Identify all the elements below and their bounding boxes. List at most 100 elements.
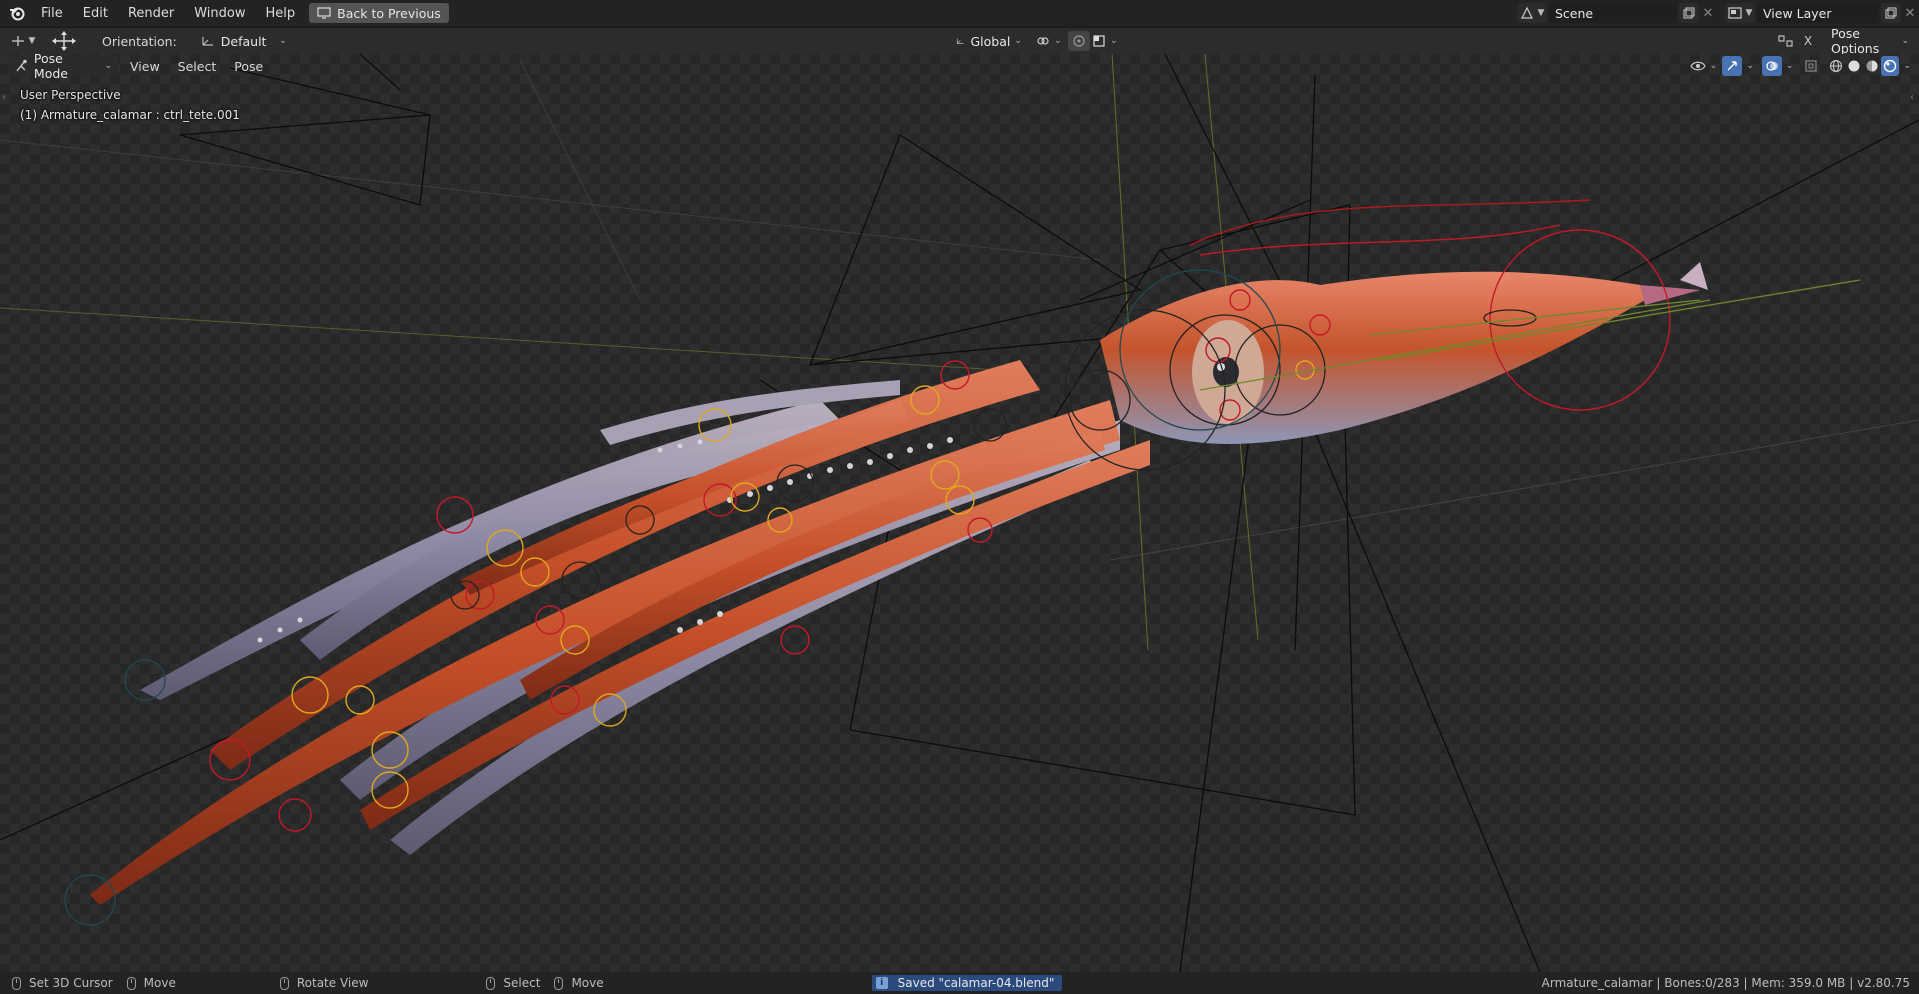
chevron-down-icon: ⌄ xyxy=(1054,36,1062,46)
gizmo-icon xyxy=(1727,61,1738,71)
squid-rig-scene[interactable] xyxy=(0,54,1919,972)
status-bar: Set 3D Cursor Move Rotate View Select Mo… xyxy=(0,972,1919,994)
chevron-down-icon: ⌄ xyxy=(279,36,287,46)
material-sphere-icon xyxy=(1866,60,1878,72)
xray-icon xyxy=(1805,60,1818,72)
mode-dropdown[interactable]: Pose Mode ⌄ xyxy=(8,51,118,81)
scene-icon xyxy=(1520,6,1533,19)
menu-render[interactable]: Render xyxy=(118,6,184,21)
mouse-left-icon xyxy=(486,976,496,990)
visibility-button[interactable]: ⌄ xyxy=(1688,56,1718,76)
info-icon: i xyxy=(875,977,888,989)
tool-settings-header: ▼ Orientation: Default ⌄ Global ⌄ ⌄ ⌄ X … xyxy=(0,26,1919,56)
shading-rendered[interactable] xyxy=(1881,56,1900,76)
editor-type-button[interactable]: ▼ xyxy=(6,31,40,51)
x-mirror-label: X xyxy=(1803,34,1813,48)
snap-button[interactable]: ⌄ xyxy=(1089,31,1120,51)
back-to-previous-button[interactable]: Back to Previous xyxy=(309,3,449,23)
mouse-right-icon xyxy=(279,976,289,990)
chevron-down-icon: ▼ xyxy=(1537,8,1545,18)
orientation-dropdown[interactable]: Default ⌄ xyxy=(194,31,293,51)
proportional-edit-icon xyxy=(1073,35,1085,47)
mouse-left-icon xyxy=(12,976,21,990)
pose-options-label: Pose Options xyxy=(1831,26,1880,56)
view-layer-new-button[interactable] xyxy=(1881,3,1901,23)
global-orientation-icon xyxy=(956,38,964,44)
scene-statistics: Armature_calamar | Bones:0/283 | Mem: 35… xyxy=(1541,976,1910,990)
chevron-down-icon: ▼ xyxy=(28,36,36,46)
orientation-icon xyxy=(202,37,213,46)
select-menu[interactable]: Select xyxy=(178,59,217,74)
saved-message: Saved "calamar-04.blend" xyxy=(897,976,1055,990)
move-tool-icon[interactable] xyxy=(50,30,78,52)
pose-options-dropdown[interactable]: Pose Options ⌄ xyxy=(1825,26,1915,56)
chevron-down-icon: ⌄ xyxy=(1014,36,1022,46)
duplicate-icon xyxy=(1683,7,1695,19)
active-object-label: (1) Armature_calamar : ctrl_tete.001 xyxy=(20,108,240,122)
menu-help[interactable]: Help xyxy=(256,6,306,21)
chevron-down-icon: ⌄ xyxy=(1110,36,1118,46)
pose-mode-icon xyxy=(16,59,27,72)
proportional-edit-button[interactable] xyxy=(1067,31,1090,51)
status-move-2: Move xyxy=(571,976,604,990)
3d-viewport[interactable] xyxy=(0,54,1919,972)
status-select: Select xyxy=(503,976,541,990)
mirror-options-icon[interactable] xyxy=(1777,34,1795,48)
chevron-down-icon: ⌄ xyxy=(1709,61,1718,71)
view-layer-browse-button[interactable]: ▼ xyxy=(1725,3,1755,23)
xray-toggle[interactable] xyxy=(1801,56,1821,76)
squid-mantle xyxy=(1100,262,1708,444)
mouse-middle-icon xyxy=(126,976,136,990)
shading-chevron-icon[interactable]: ⌄ xyxy=(1903,61,1911,71)
gizmo-toggle[interactable] xyxy=(1722,56,1743,76)
chevron-down-icon: ⌄ xyxy=(104,61,112,71)
eye-icon xyxy=(1689,61,1706,71)
back-to-previous-label: Back to Previous xyxy=(337,5,441,21)
viewport-header: Pose Mode ⌄ View Select Pose ⌄ ⌄ ⌄ ⌄ xyxy=(0,51,1919,81)
snap-icon xyxy=(1093,35,1105,47)
scene-delete-icon[interactable]: ✕ xyxy=(1699,6,1717,21)
x-mirror-toggle[interactable]: X xyxy=(1799,31,1817,51)
view-layer-delete-icon[interactable]: ✕ xyxy=(1901,6,1919,21)
chevron-down-icon: ▼ xyxy=(1745,8,1753,18)
view-menu[interactable]: View xyxy=(130,59,160,74)
view-layer-name-field[interactable]: View Layer xyxy=(1757,3,1879,23)
status-rotate-view: Rotate View xyxy=(296,976,369,990)
view-layer-icon xyxy=(1727,7,1742,19)
shading-lookdev[interactable] xyxy=(1863,56,1881,76)
blender-logo-icon[interactable] xyxy=(9,5,25,21)
scene-name: Scene xyxy=(1555,5,1594,21)
orientation-value: Default xyxy=(220,33,267,49)
tool-icon xyxy=(11,36,24,46)
chevron-down-icon: ⌄ xyxy=(1901,36,1909,46)
transform-orientation-dropdown[interactable]: Global ⌄ xyxy=(949,31,1028,51)
transform-space-value: Global xyxy=(970,33,1011,49)
pose-menu[interactable]: Pose xyxy=(234,59,263,74)
toolbar-collapse-icon[interactable]: › xyxy=(2,92,6,103)
menu-window[interactable]: Window xyxy=(184,6,255,21)
sidebar-collapse-icon[interactable]: ‹ xyxy=(1910,92,1914,103)
menu-file[interactable]: File xyxy=(31,6,73,21)
top-menu-bar: File Edit Render Window Help Back to Pre… xyxy=(0,0,1919,26)
scene-browse-button[interactable]: ▼ xyxy=(1517,3,1547,23)
scene-new-button[interactable] xyxy=(1679,3,1699,23)
menu-edit[interactable]: Edit xyxy=(73,6,118,21)
gizmo-chevron-icon[interactable]: ⌄ xyxy=(1746,61,1754,71)
scene-name-field[interactable]: Scene xyxy=(1549,3,1677,23)
status-set-cursor: Set 3D Cursor xyxy=(29,976,113,990)
shading-solid[interactable] xyxy=(1845,56,1863,76)
orientation-label: Orientation: xyxy=(102,33,177,49)
shading-wireframe[interactable] xyxy=(1827,56,1845,76)
overlays-toggle[interactable] xyxy=(1761,56,1782,76)
view-layer-name: View Layer xyxy=(1763,5,1832,21)
link-icon xyxy=(1037,37,1049,45)
solid-sphere-icon xyxy=(1848,60,1860,72)
screen-back-icon xyxy=(317,7,331,19)
wireframe-sphere-icon xyxy=(1830,60,1843,72)
mouse-middle-icon xyxy=(554,976,564,990)
overlays-chevron-icon[interactable]: ⌄ xyxy=(1786,61,1794,71)
rendered-sphere-icon xyxy=(1884,59,1897,73)
status-move: Move xyxy=(143,976,176,990)
pivot-point-button[interactable]: ⌄ xyxy=(1033,31,1064,51)
duplicate-icon xyxy=(1885,7,1897,19)
